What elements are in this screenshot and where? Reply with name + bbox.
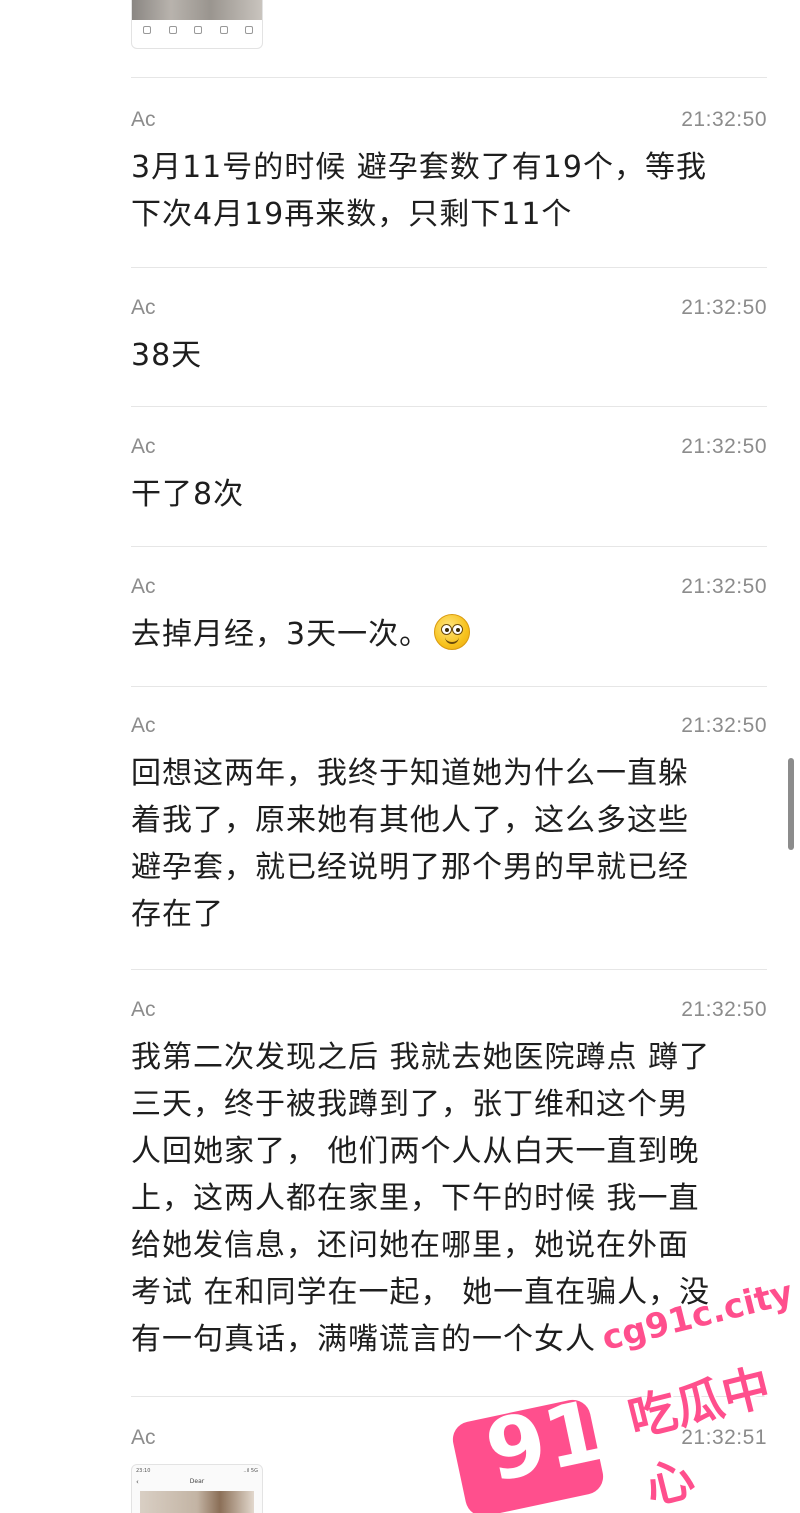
folder-icon <box>166 26 180 42</box>
watermark-label: 吃瓜中心 <box>622 1358 777 1513</box>
thumbnail-status-time: 23:10 <box>136 1468 151 1474</box>
message-text: 回想这两年，我终于知道她为什么一直躲 着我了，原来她有其他人了，这么多这些 避孕… <box>131 756 689 932</box>
message-text: 干了8次 <box>131 477 245 512</box>
message-text: 去掉月经，3天一次。 <box>131 617 431 652</box>
share-icon <box>242 26 256 42</box>
message-time: 21:32:50 <box>681 998 767 1021</box>
divider <box>131 969 767 970</box>
thumbnail-status-signal: ..il 5G <box>243 1468 258 1474</box>
message-text: 3月11号的时候 避孕套数了有19个，等我 下次4月19再来数，只剩下11个 <box>131 150 707 232</box>
message-sender: Ac <box>131 714 156 737</box>
save-icon <box>217 26 231 42</box>
chat-history-page: Ac 21:32:50 3月11号的时候 避孕套数了有19个，等我 下次4月19… <box>0 0 800 1513</box>
thumbnail-photo <box>140 1491 254 1513</box>
message-time: 21:32:50 <box>681 296 767 319</box>
home-icon <box>140 26 154 42</box>
message-time: 21:32:50 <box>681 108 767 131</box>
heart-icon <box>191 26 205 42</box>
scrollbar[interactable] <box>788 758 794 850</box>
chat-message[interactable]: Ac 21:32:50 38天 <box>131 296 767 386</box>
message-sender: Ac <box>131 998 156 1021</box>
message-sender: Ac <box>131 296 156 319</box>
thumbnail-status-bar: 23:10 ..il 5G <box>136 1468 258 1474</box>
chat-message[interactable]: Ac 21:32:50 干了8次 <box>131 435 767 525</box>
message-sender: Ac <box>131 1426 156 1449</box>
chat-message[interactable]: Ac 21:32:50 回想这两年，我终于知道她为什么一直躲 着我了，原来她有其… <box>131 714 767 944</box>
image-message-thumbnail[interactable] <box>131 0 263 49</box>
message-text: 38天 <box>131 338 203 373</box>
divider <box>131 546 767 547</box>
message-time: 21:32:50 <box>681 714 767 737</box>
message-sender: Ac <box>131 575 156 598</box>
message-time: 21:32:50 <box>681 575 767 598</box>
chat-message[interactable]: Ac 21:32:50 去掉月经，3天一次。 <box>131 575 767 665</box>
divider <box>131 77 767 78</box>
divider <box>131 267 767 268</box>
message-sender: Ac <box>131 435 156 458</box>
watermark-logo: 91 cg91c.city 吃瓜中心 <box>449 1273 797 1513</box>
divider <box>131 406 767 407</box>
image-message-thumbnail[interactable]: 23:10 ..il 5G ‹ Dear <box>131 1464 263 1513</box>
smiley-emoji-icon <box>434 614 471 650</box>
thumbnail-title: Dear <box>189 1478 205 1485</box>
message-time: 21:32:50 <box>681 435 767 458</box>
thumbnail-toolbar <box>140 26 256 42</box>
thumbnail-photo <box>132 0 262 20</box>
message-sender: Ac <box>131 108 156 131</box>
chat-message[interactable]: Ac 21:32:50 3月11号的时候 避孕套数了有19个，等我 下次4月19… <box>131 108 767 238</box>
divider <box>131 686 767 687</box>
watermark-number: 91 <box>477 1380 613 1502</box>
message-text-row: 去掉月经，3天一次。 <box>131 611 743 658</box>
